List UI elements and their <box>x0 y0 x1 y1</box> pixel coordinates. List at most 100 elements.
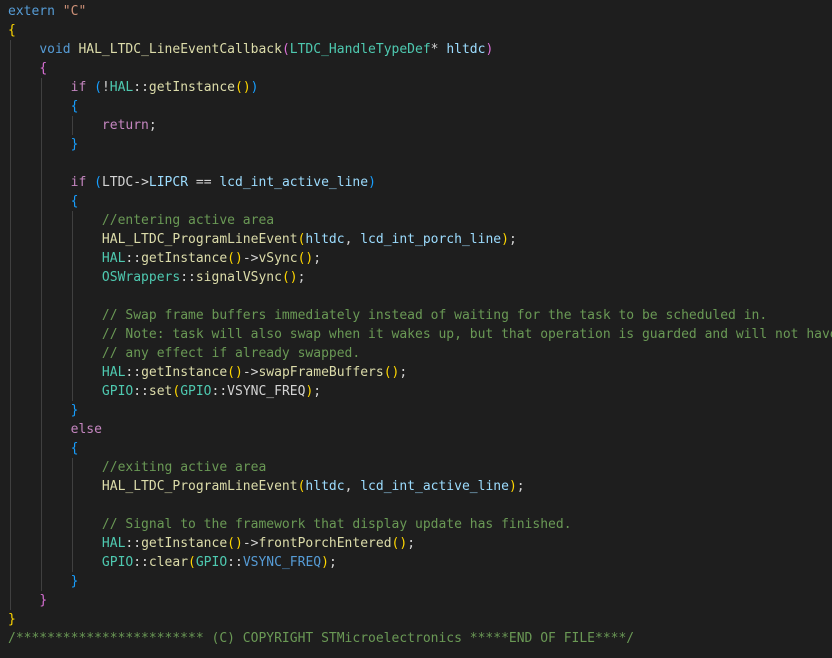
code-token: -> <box>242 536 259 551</box>
code-token: ; <box>297 270 306 285</box>
code-token: -> <box>242 365 259 380</box>
code-line[interactable]: { <box>8 439 79 458</box>
code-editor[interactable]: extern "C" { void HAL_LTDC_LineEventCallb… <box>0 0 832 658</box>
code-token: HAL <box>109 80 134 95</box>
code-token: GPIO <box>101 384 134 399</box>
code-line[interactable]: OSWrappers::signalVSync(); <box>8 268 306 287</box>
code-token: () <box>383 365 400 380</box>
code-line[interactable]: HAL::getInstance()->frontPorchEntered(); <box>8 534 415 553</box>
code-token: } <box>39 593 48 608</box>
code-token: ( <box>94 80 102 95</box>
code-token: GPIO <box>195 555 228 570</box>
code-token: { <box>8 23 16 38</box>
code-token: extern <box>8 4 55 19</box>
code-token: () <box>227 536 243 551</box>
code-token: :: <box>125 365 142 380</box>
code-line[interactable]: { <box>8 192 79 211</box>
code-token: ) <box>485 42 494 57</box>
code-token: void <box>39 42 71 57</box>
code-token: //entering active area <box>101 213 275 228</box>
code-line[interactable]: if (!HAL::getInstance()) <box>8 78 259 97</box>
code-token: ; <box>407 536 416 551</box>
code-token: { <box>70 441 79 456</box>
code-token: GPIO <box>101 555 134 570</box>
code-token: { <box>39 61 48 76</box>
code-line[interactable]: { <box>8 97 79 116</box>
code-token: frontPorchEntered <box>258 536 392 551</box>
code-line[interactable]: // Swap frame buffers immediately instea… <box>8 306 767 325</box>
code-line[interactable]: } <box>8 572 79 591</box>
code-token: :: <box>125 251 142 266</box>
code-token: } <box>70 574 79 589</box>
code-line[interactable]: else <box>8 420 102 439</box>
code-line[interactable]: HAL_LTDC_ProgramLineEvent(hltdc, lcd_int… <box>8 477 525 496</box>
code-line[interactable]: } <box>8 591 47 610</box>
code-token: () <box>391 536 408 551</box>
code-line[interactable]: // any effect if already swapped. <box>8 344 360 363</box>
code-token: () <box>297 251 314 266</box>
code-token: else <box>70 422 102 437</box>
code-token: ( <box>188 555 196 570</box>
code-line[interactable]: GPIO::set(GPIO::VSYNC_FREQ); <box>8 382 321 401</box>
code-line[interactable]: //exiting active area <box>8 458 266 477</box>
code-token: HAL_LTDC_ProgramLineEvent <box>101 232 298 247</box>
code-line[interactable]: { <box>8 59 47 78</box>
code-token: ) <box>501 232 509 247</box>
code-line[interactable]: // Signal to the framework that display … <box>8 515 572 534</box>
code-token: vSync <box>258 251 298 266</box>
code-token: ) <box>368 175 376 190</box>
code-token: } <box>8 612 16 627</box>
code-line[interactable]: HAL::getInstance()->vSync(); <box>8 249 321 268</box>
code-token: ; <box>399 365 408 380</box>
code-token: OSWrappers <box>101 270 181 285</box>
code-token: () <box>227 251 243 266</box>
code-token: // Note: task will also swap when it wak… <box>101 327 832 342</box>
code-line[interactable]: //entering active area <box>8 211 274 230</box>
code-token: -> <box>242 251 259 266</box>
code-token: "C" <box>62 4 87 19</box>
code-token: return <box>101 118 149 133</box>
code-token: ( <box>281 42 290 57</box>
code-token: ; <box>516 479 525 494</box>
code-token: lcd_int_active_line <box>360 479 509 494</box>
code-token: :: <box>180 270 196 285</box>
code-line[interactable]: /************************ (C) COPYRIGHT … <box>8 629 634 648</box>
code-token: hltdc <box>305 479 345 494</box>
code-line[interactable]: if (LTDC->LIPCR == lcd_int_active_line) <box>8 173 376 192</box>
code-token: ; <box>328 555 337 570</box>
code-token: * <box>430 42 447 57</box>
code-line[interactable]: { <box>8 21 16 40</box>
code-token: if <box>70 80 87 95</box>
code-token: getInstance <box>141 251 228 266</box>
code-token: HAL_LTDC_ProgramLineEvent <box>101 479 298 494</box>
code-line[interactable]: } <box>8 135 79 154</box>
code-line[interactable]: HAL::getInstance()->swapFrameBuffers(); <box>8 363 407 382</box>
code-token: HAL <box>101 365 126 380</box>
code-token: () <box>227 365 243 380</box>
code-line[interactable]: return; <box>8 116 157 135</box>
code-line[interactable]: GPIO::clear(GPIO::VSYNC_FREQ); <box>8 553 337 572</box>
code-token: ; <box>508 232 517 247</box>
code-line[interactable]: extern "C" <box>8 2 86 21</box>
code-token: ::VSYNC_FREQ <box>211 384 306 399</box>
code-line[interactable]: void HAL_LTDC_LineEventCallback(LTDC_Han… <box>8 40 493 59</box>
code-token: hltdc <box>305 232 345 247</box>
code-line[interactable]: // Note: task will also swap when it wak… <box>8 325 832 344</box>
code-token: :: <box>133 555 149 570</box>
code-line[interactable]: } <box>8 610 16 629</box>
code-line[interactable]: HAL_LTDC_ProgramLineEvent(hltdc, lcd_int… <box>8 230 517 249</box>
code-line[interactable]: } <box>8 401 79 420</box>
